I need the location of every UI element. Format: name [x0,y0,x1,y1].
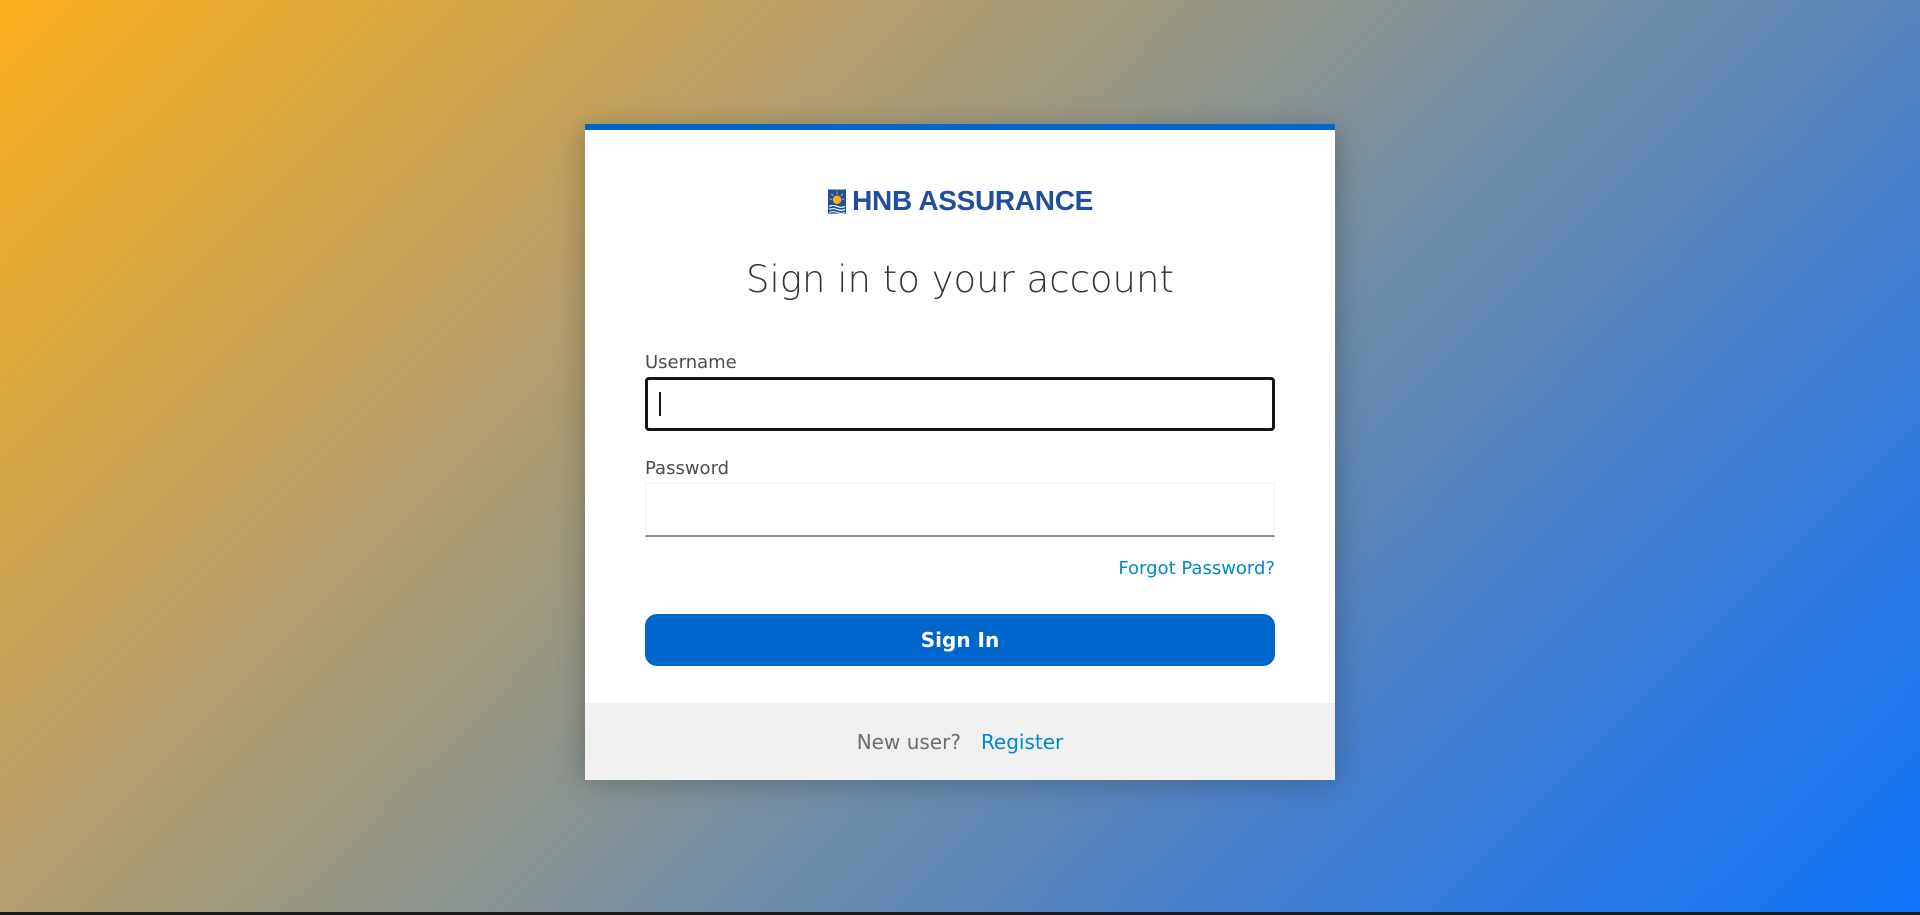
username-label: Username [645,352,737,373]
logo-text: HNB ASSURANCE [852,185,1093,216]
login-card-body: HNB ASSURANCE Sign in to your account Us… [585,130,1335,703]
company-logo: HNB ASSURANCE [828,179,1093,223]
forgot-password-link[interactable]: Forgot Password? [1118,558,1275,579]
register-link[interactable]: Register [981,730,1063,754]
page-title: Sign in to your account [746,258,1174,301]
new-user-text: New user? [856,729,961,754]
text-cursor [659,392,661,416]
password-label: Password [645,458,730,479]
register-footer: New user? Register [585,703,1335,780]
login-card: HNB ASSURANCE Sign in to your account Us… [585,124,1335,780]
sun-over-waves-emblem-icon [828,189,847,214]
password-input[interactable] [645,483,1275,537]
sign-in-button[interactable]: Sign In [645,614,1275,666]
username-input[interactable] [645,377,1275,431]
